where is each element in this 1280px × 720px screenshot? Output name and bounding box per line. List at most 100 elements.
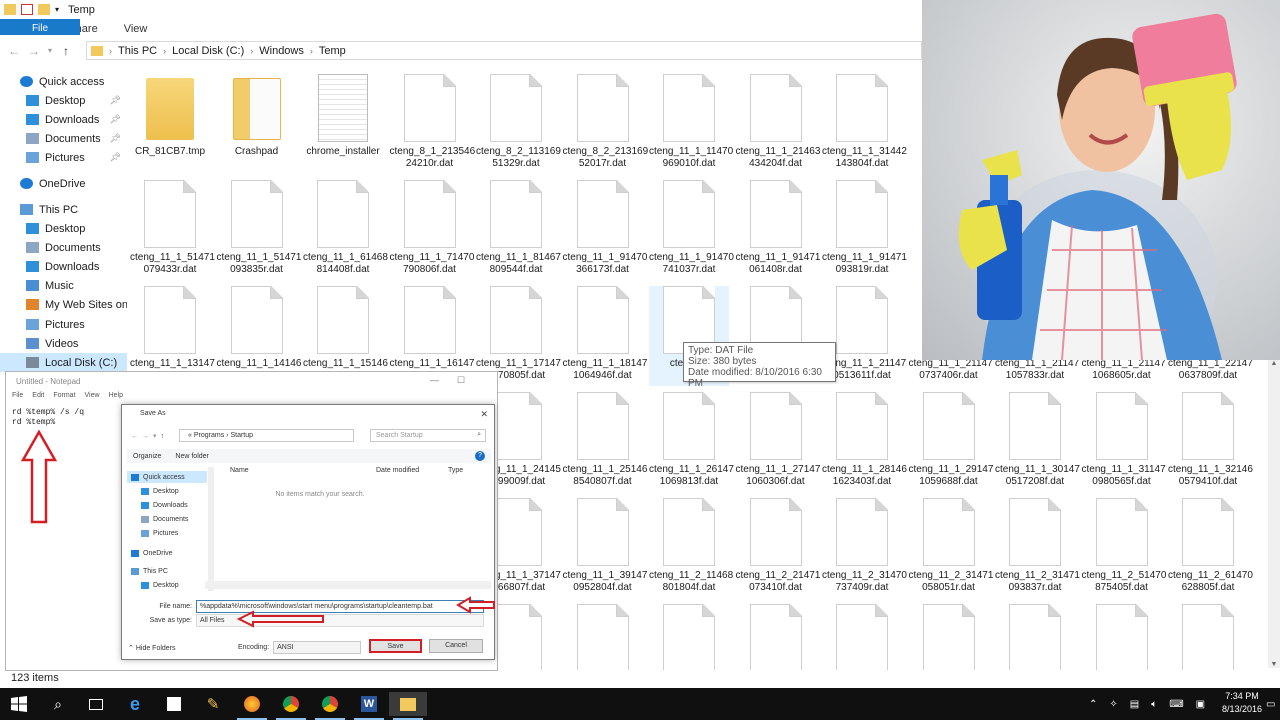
- language-icon[interactable]: ▣: [1196, 699, 1205, 710]
- maximize-icon[interactable]: ☐: [457, 375, 465, 386]
- pin-icon[interactable]: 📌︎: [110, 152, 121, 163]
- file-item[interactable]: cteng_11_1_18147 1064946f.dat: [563, 286, 647, 386]
- dialog-nav-item[interactable]: Quick access: [127, 471, 207, 483]
- dialog-search-input[interactable]: Search Startup ⌕: [370, 429, 486, 442]
- file-item[interactable]: cteng_11_1_11470 969010f.dat: [649, 74, 733, 174]
- menu-file[interactable]: File: [12, 392, 23, 402]
- breadcrumb-windows[interactable]: Windows: [259, 45, 304, 57]
- file-item[interactable]: cteng_11_2_11468 801804f.dat: [649, 498, 733, 598]
- dialog-breadcrumb[interactable]: « Programs › Startup: [179, 429, 354, 442]
- pin-icon[interactable]: 📌︎: [110, 133, 121, 144]
- path-startup[interactable]: Startup: [230, 432, 253, 439]
- taskbar-chrome-2[interactable]: [311, 692, 349, 720]
- file-item[interactable]: cteng_11_1_91470 366173f.dat: [563, 180, 647, 280]
- new-folder-icon[interactable]: [38, 4, 50, 15]
- clock[interactable]: 7:34 PM 8/13/2016: [1220, 690, 1264, 716]
- vertical-scrollbar[interactable]: ▲ ▼: [1268, 360, 1280, 668]
- file-item[interactable]: cteng_8_2_113169 51329r.dat: [476, 74, 561, 174]
- column-date-modified[interactable]: Date modified: [376, 467, 448, 479]
- file-item[interactable]: cteng_11_1_61468 814408f.dat: [303, 180, 388, 280]
- tab-file[interactable]: File: [0, 19, 80, 35]
- file-item[interactable]: cteng_11_1_91471 093819r.dat: [822, 180, 907, 280]
- file-item[interactable]: cteng_11_2_61470 628805f.dat: [1168, 498, 1253, 598]
- file-item[interactable]: cteng_11_1_71470 790806f.dat: [390, 180, 474, 280]
- sidebar-item[interactable]: Desktop 📌︎: [0, 91, 127, 110]
- task-view-button[interactable]: [77, 692, 115, 716]
- taskbar-word[interactable]: W: [350, 692, 388, 720]
- file-item[interactable]: cteng_11_1_91471 061408r.dat: [736, 180, 820, 280]
- file-item[interactable]: cteng_11_2_31471 058051r.dat: [909, 498, 993, 598]
- file-item[interactable]: cteng_11_1_25146 8540807f.dat: [563, 392, 647, 492]
- tab-view[interactable]: View: [111, 19, 161, 39]
- file-item[interactable]: cteng_11_1_27147 1060306f.dat: [736, 392, 820, 492]
- scroll-up-icon[interactable]: ▲: [1268, 360, 1280, 367]
- forward-arrow-icon[interactable]: →: [24, 44, 44, 58]
- help-icon[interactable]: ?: [475, 451, 485, 461]
- nav-scrollbar[interactable]: [208, 467, 214, 591]
- sidebar-item[interactable]: Downloads: [0, 257, 127, 276]
- file-item[interactable]: cteng_11_1_29147 1059688f.dat: [909, 392, 993, 492]
- horizontal-scrollbar[interactable]: [205, 581, 491, 589]
- dialog-nav-item[interactable]: This PC: [127, 565, 168, 577]
- encoding-select[interactable]: ANSI: [273, 641, 362, 654]
- sidebar-item[interactable]: OneDrive: [0, 174, 127, 193]
- breadcrumb-local-disk[interactable]: Local Disk (C:): [172, 45, 244, 57]
- sidebar-item[interactable]: Desktop: [0, 219, 127, 238]
- start-button[interactable]: [0, 692, 38, 716]
- cancel-button[interactable]: Cancel: [429, 639, 483, 653]
- organize-button[interactable]: Organize: [133, 453, 161, 460]
- file-item[interactable]: cteng_11_1_51471 093835r.dat: [217, 180, 301, 280]
- file-item[interactable]: cteng_8_2_213169 52017r.dat: [563, 74, 648, 174]
- scroll-down-icon[interactable]: ▼: [1268, 661, 1280, 668]
- taskbar-app[interactable]: ✎: [194, 692, 232, 716]
- sidebar-item[interactable]: Videos: [0, 334, 127, 353]
- dropdown-icon[interactable]: ▾: [55, 5, 59, 14]
- new-folder-button[interactable]: New folder: [175, 453, 208, 460]
- taskbar-firefox[interactable]: [233, 692, 271, 720]
- file-item[interactable]: Crashpad: [217, 74, 297, 174]
- recent-chevron-icon[interactable]: ▾: [153, 432, 157, 440]
- dialog-nav-item[interactable]: Documents: [127, 513, 188, 525]
- breadcrumb[interactable]: › This PC › Local Disk (C:) › Windows › …: [86, 41, 922, 60]
- file-item[interactable]: chrome_installer: [303, 74, 383, 174]
- menu-format[interactable]: Format: [53, 392, 75, 402]
- recent-chevron-icon[interactable]: ▾: [44, 46, 56, 55]
- taskbar-store[interactable]: [155, 692, 193, 716]
- properties-icon[interactable]: [21, 4, 33, 15]
- path-programs[interactable]: Programs: [194, 432, 224, 439]
- file-item[interactable]: cteng_11_1_31147 0980565f.dat: [1082, 392, 1166, 492]
- file-item[interactable]: cteng_8_1_213546 24210r.dat: [390, 74, 475, 174]
- chevron-up-icon[interactable]: ⌃: [1089, 699, 1097, 710]
- taskbar-file-explorer[interactable]: [389, 692, 427, 720]
- keyboard-icon[interactable]: ⌨: [1169, 699, 1183, 710]
- search-button[interactable]: ⌕: [39, 692, 77, 716]
- sidebar-item[interactable]: Music: [0, 276, 127, 295]
- column-type[interactable]: Type: [448, 467, 463, 479]
- taskbar-edge[interactable]: e: [116, 692, 154, 716]
- dialog-nav-item[interactable]: OneDrive: [127, 547, 173, 559]
- sidebar-item[interactable]: Documents 📌︎: [0, 129, 127, 148]
- back-arrow-icon[interactable]: ←: [131, 433, 138, 440]
- dialog-nav-item[interactable]: Downloads: [127, 499, 188, 511]
- file-item[interactable]: cteng_11_1_81467 809544f.dat: [476, 180, 561, 280]
- sidebar-item[interactable]: Pictures 📌︎: [0, 148, 127, 167]
- up-arrow-icon[interactable]: ↑: [161, 433, 165, 440]
- file-item[interactable]: cteng_11_1_21463 434204f.dat: [736, 74, 820, 174]
- back-arrow-icon[interactable]: ←: [4, 44, 24, 58]
- file-item[interactable]: cteng_11_1_51471 079433r.dat: [130, 180, 215, 280]
- breadcrumb-this-pc[interactable]: This PC: [118, 45, 157, 57]
- sidebar-item[interactable]: Local Disk (C:): [0, 353, 127, 372]
- file-item[interactable]: CR_81CB7.tmp: [130, 74, 210, 174]
- breadcrumb-temp[interactable]: Temp: [319, 45, 346, 57]
- file-item[interactable]: cteng_11_2_51470 875405f.dat: [1082, 498, 1166, 598]
- file-item[interactable]: cteng_11_2_21471 073410f.dat: [736, 498, 820, 598]
- dialog-nav-item[interactable]: Desktop: [127, 485, 179, 497]
- file-item[interactable]: cteng_11_1_26147 1069813f.dat: [649, 392, 734, 492]
- notifications-button[interactable]: ▭: [1266, 688, 1275, 720]
- file-item[interactable]: cteng_11_1_31442 143804f.dat: [822, 74, 907, 174]
- sidebar-item[interactable]: Downloads 📌︎: [0, 110, 127, 129]
- up-arrow-icon[interactable]: ↑: [56, 44, 76, 58]
- menu-view[interactable]: View: [85, 392, 100, 402]
- taskbar-chrome[interactable]: [272, 692, 310, 720]
- menu-help[interactable]: Help: [109, 392, 123, 402]
